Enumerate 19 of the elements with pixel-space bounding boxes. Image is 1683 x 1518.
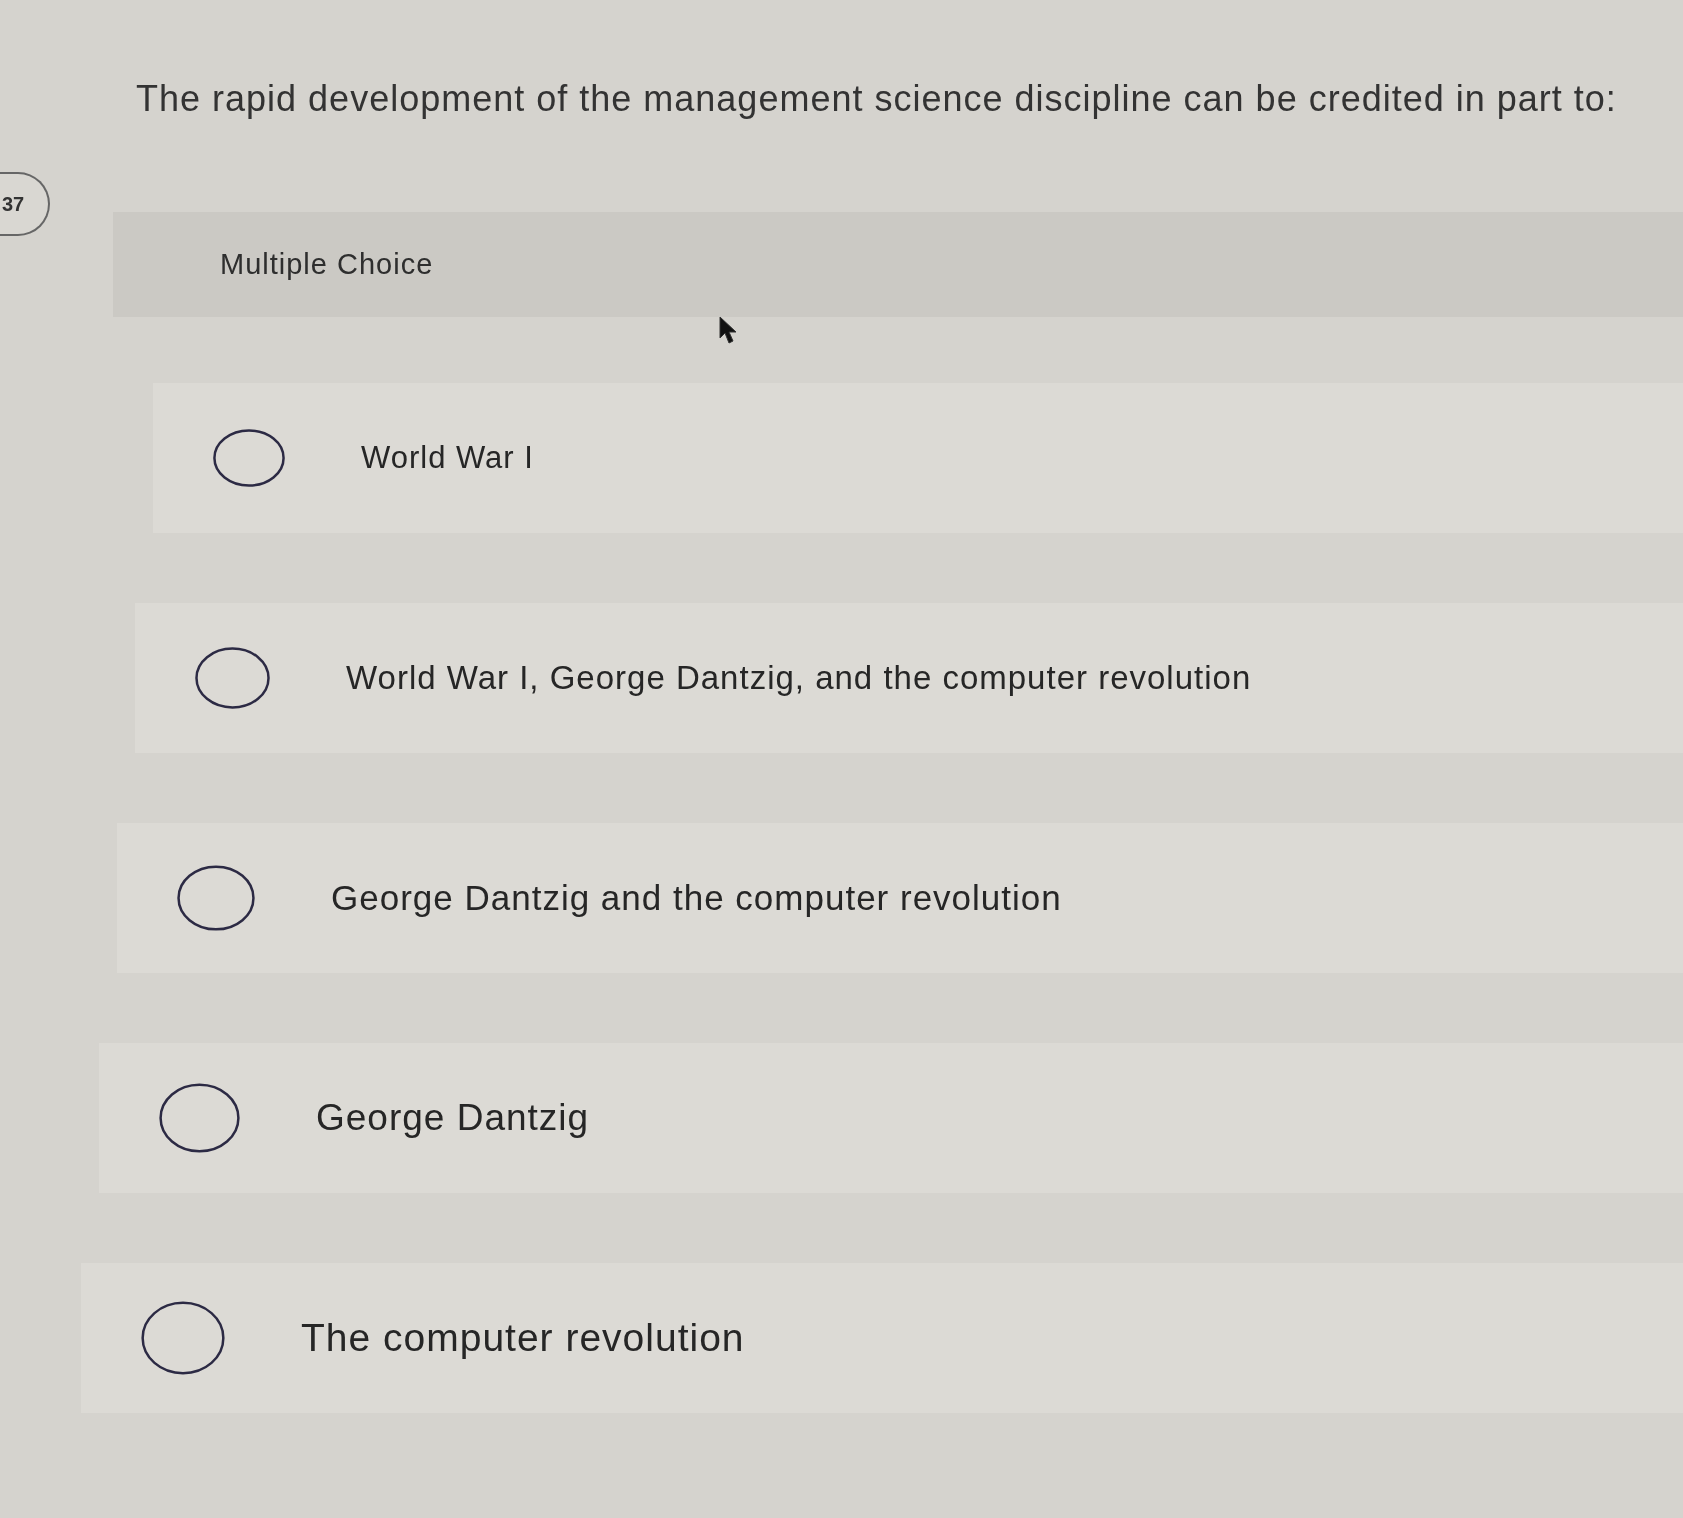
radio-button[interactable] [141,1301,225,1375]
question-number-badge: 37 [0,172,50,236]
answer-type-label: Multiple Choice [220,248,434,281]
radio-button[interactable] [195,647,270,709]
answer-option[interactable]: George Dantzig and the computer revolution [117,823,1683,973]
option-label: World War I [361,440,534,476]
option-label: World War I, George Dantzig, and the computer revolution [346,659,1252,697]
answer-option[interactable]: World War I [153,383,1683,533]
mouse-pointer-icon [719,316,739,346]
answer-option[interactable]: George Dantzig [99,1043,1683,1193]
answer-option[interactable]: The computer revolution [81,1263,1683,1413]
radio-button[interactable] [213,429,285,487]
answer-option[interactable]: World War I, George Dantzig, and the computer revolution [135,603,1683,753]
radio-button[interactable] [177,865,255,931]
radio-button[interactable] [159,1083,240,1153]
question-text: The rapid development of the management science discipline can be credited in part to: [135,77,1618,120]
option-label: George Dantzig and the computer revolution [331,878,1062,918]
option-label: George Dantzig [316,1097,590,1139]
option-label: The computer revolution [301,1316,745,1360]
